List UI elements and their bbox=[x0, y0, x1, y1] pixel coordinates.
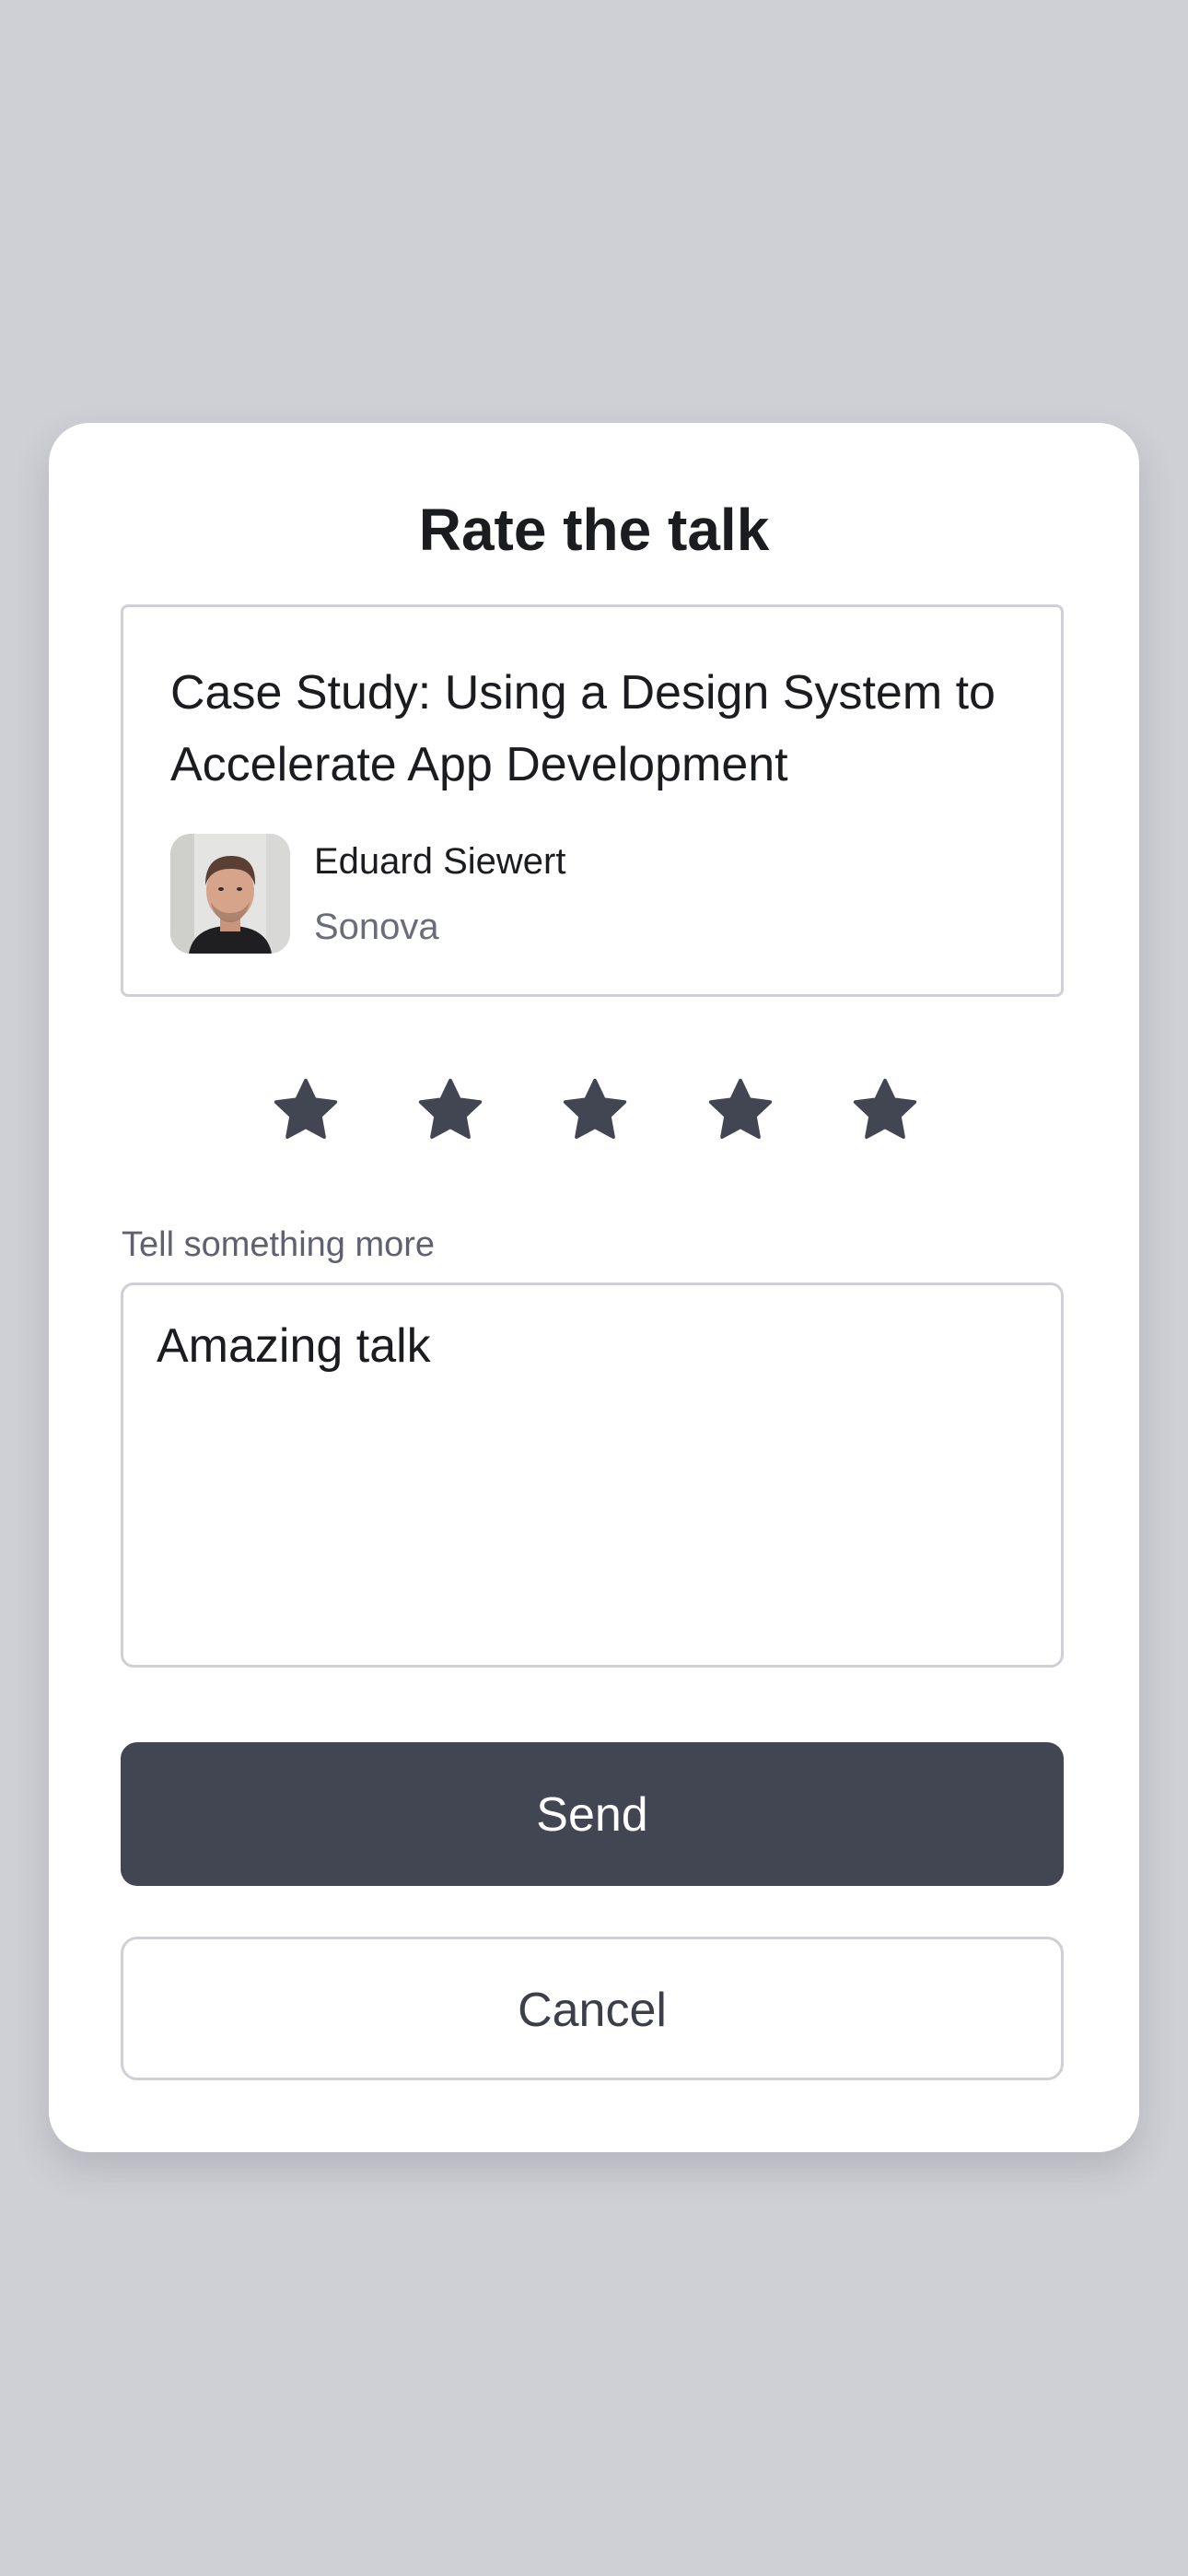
cancel-button[interactable]: Cancel bbox=[121, 1937, 1064, 2080]
star-icon[interactable] bbox=[271, 1075, 341, 1145]
speaker-avatar bbox=[170, 834, 290, 954]
dialog-title: Rate the talk bbox=[418, 497, 770, 563]
star-icon[interactable] bbox=[850, 1075, 920, 1145]
talk-title: Case Study: Using a Design System to Acc… bbox=[170, 666, 996, 791]
feedback-label: Tell something more bbox=[122, 1225, 436, 1264]
feedback-textarea[interactable]: Amazing talk bbox=[121, 1282, 1064, 1668]
star-rating bbox=[49, 1075, 1139, 1149]
talk-card: Case Study: Using a Design System to Acc… bbox=[121, 604, 1064, 997]
star-icon[interactable] bbox=[705, 1075, 775, 1145]
send-button[interactable]: Send bbox=[121, 1742, 1064, 1886]
speaker-company: Sonova bbox=[314, 907, 439, 947]
rate-talk-dialog: Rate the talk Case Study: Using a Design… bbox=[49, 423, 1139, 2152]
speaker-name: Eduard Siewert bbox=[314, 841, 566, 882]
star-icon[interactable] bbox=[415, 1075, 485, 1145]
star-icon[interactable] bbox=[560, 1075, 630, 1145]
